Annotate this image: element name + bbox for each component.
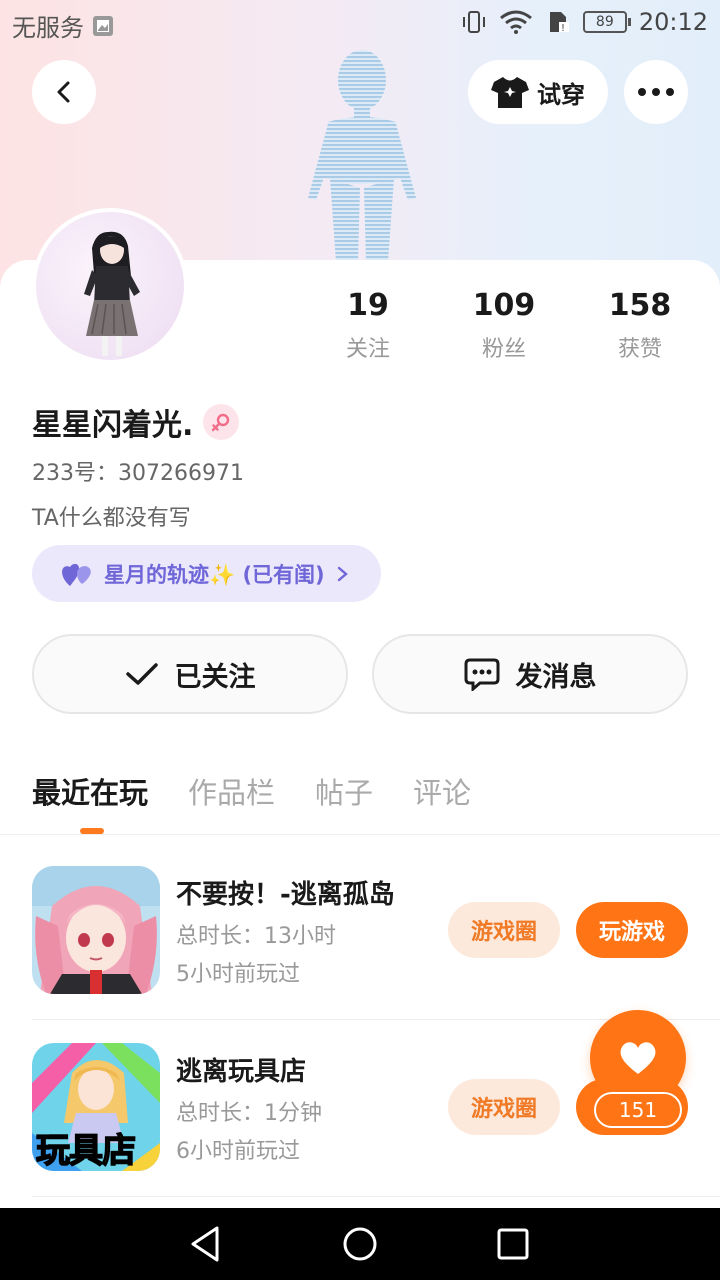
status-bar: 无服务 ! 89 20:12 — [0, 0, 720, 48]
female-gender-badge — [203, 404, 240, 440]
double-heart-icon — [62, 563, 91, 586]
game-icon-escape-island[interactable] — [32, 866, 160, 994]
following-count: 19 — [347, 288, 389, 323]
followed-label: 已关注 — [174, 661, 256, 693]
toy-store-icon-text: 玩具店 — [35, 1130, 137, 1171]
tab-works[interactable]: 作品栏 — [188, 770, 275, 812]
fans-count: 109 — [472, 288, 536, 323]
fans-label: 粉丝 — [481, 337, 526, 362]
stat-following[interactable]: 19 关注 — [300, 288, 436, 363]
relationship-track-pill[interactable]: 星月的轨迹✨ (已有闺) — [32, 545, 381, 602]
send-message-button[interactable]: 发消息 — [372, 634, 688, 714]
image-notification-icon — [93, 15, 113, 36]
user-id: 233号：307266971 — [32, 461, 244, 486]
clock: 20:12 — [638, 8, 708, 36]
game-circle-button[interactable]: 游戏圈 — [448, 902, 560, 958]
more-dots-icon — [638, 88, 674, 96]
chevron-right-icon — [337, 566, 348, 581]
more-button[interactable] — [624, 60, 688, 124]
heart-icon — [620, 1042, 656, 1074]
tabs-divider — [0, 834, 720, 835]
stat-fans[interactable]: 109 粉丝 — [436, 288, 572, 363]
svg-text:!: ! — [561, 23, 565, 34]
carrier-text: 无服务 — [12, 14, 84, 42]
track-pill-label: 星月的轨迹✨ (已有闺) — [104, 562, 325, 587]
likes-label: 获赞 — [617, 337, 662, 362]
nav-home-icon[interactable] — [340, 1224, 380, 1264]
tab-posts[interactable]: 帖子 — [315, 770, 373, 812]
game-last-played: 6小时前玩过 — [176, 1139, 300, 1164]
chat-bubble-icon — [464, 658, 499, 691]
followed-button[interactable]: 已关注 — [32, 634, 348, 714]
nickname-row: 星星闪着光. — [32, 400, 240, 444]
tshirt-icon — [491, 77, 529, 108]
profile-stats: 19 关注 109 粉丝 158 获赞 — [300, 288, 710, 363]
chevron-left-icon — [57, 81, 70, 103]
back-button[interactable] — [32, 60, 96, 124]
avatar-character-illustration — [84, 231, 140, 356]
tab-comments[interactable]: 评论 — [413, 770, 471, 812]
game-thumbnail-anime-girl — [32, 866, 160, 994]
game-title: 不要按！-逃离孤岛 — [176, 880, 395, 910]
wifi-icon — [499, 10, 532, 34]
3d-avatar-figure — [308, 50, 416, 262]
game-total-duration: 总时长：1分钟 — [176, 1101, 322, 1126]
nav-back-icon[interactable] — [187, 1224, 227, 1264]
user-avatar[interactable] — [32, 208, 188, 364]
vibrate-icon — [462, 11, 485, 33]
game-title: 逃离玩具店 — [176, 1057, 307, 1087]
stat-likes[interactable]: 158 获赞 — [572, 288, 708, 363]
try-on-label: 试穿 — [537, 80, 585, 109]
female-icon — [212, 413, 230, 432]
nickname: 星星闪着光. — [32, 408, 194, 443]
game-total-duration: 总时长：13小时 — [176, 924, 336, 949]
game-last-played: 5小时前玩过 — [176, 962, 300, 987]
like-count-badge: 151 — [594, 1092, 682, 1128]
row-divider — [32, 1196, 720, 1197]
list-item[interactable]: 不要按！-逃离孤岛 总时长：13小时 5小时前玩过 游戏圈 玩游戏 — [0, 866, 720, 1042]
send-message-label: 发消息 — [515, 661, 597, 693]
system-navigation-bar — [0, 1208, 720, 1280]
battery-indicator: 89 — [582, 11, 631, 33]
play-game-button[interactable]: 玩游戏 — [576, 902, 688, 958]
user-bio: TA什么都没有写 — [32, 506, 191, 531]
following-label: 关注 — [345, 337, 390, 362]
checkmark-icon — [125, 663, 158, 685]
tab-recently-played[interactable]: 最近在玩 — [32, 770, 148, 812]
profile-tabs: 最近在玩 作品栏 帖子 评论 — [32, 770, 471, 812]
game-circle-button[interactable]: 游戏圈 — [448, 1079, 560, 1135]
game-icon-toy-store[interactable]: 玩具店 — [32, 1043, 160, 1171]
nav-recents-icon[interactable] — [493, 1224, 533, 1264]
try-on-button[interactable]: 试穿 — [468, 60, 608, 124]
sim-card-icon: ! — [549, 12, 569, 34]
likes-count: 158 — [608, 288, 672, 323]
